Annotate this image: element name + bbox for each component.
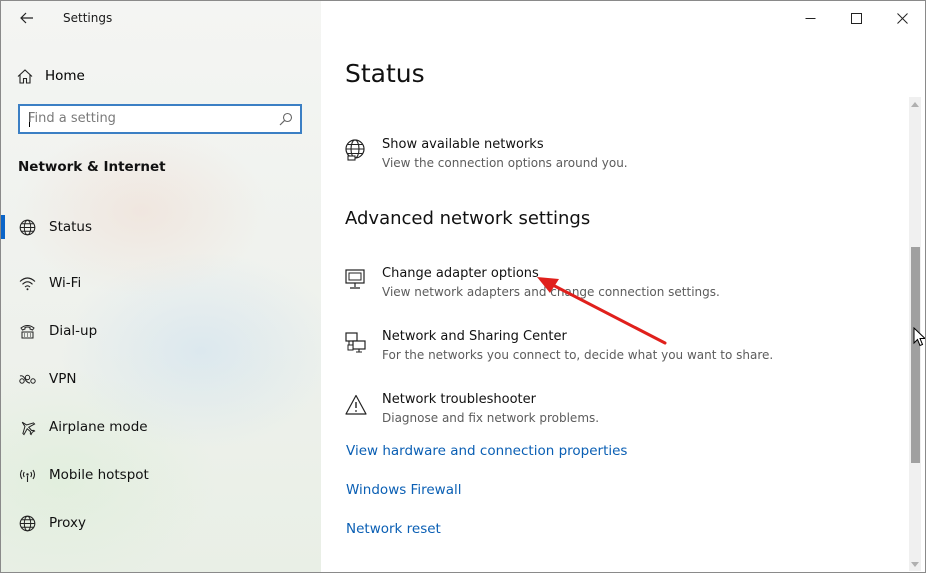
hotspot-icon [18, 466, 36, 484]
sidebar-item-dialup[interactable]: Dial-up [1, 307, 321, 355]
dialup-icon [18, 322, 36, 340]
mouse-cursor-icon [913, 327, 925, 347]
item-title: Show available networks [382, 137, 544, 152]
sidebar-nav: Status Wi-Fi Dial-up VPN Airplane mode M… [1, 211, 321, 547]
sidebar-item-wifi[interactable]: Wi-Fi [1, 259, 321, 307]
sidebar-item-label: Airplane mode [49, 419, 148, 435]
home-icon [17, 68, 33, 84]
network-troubleshooter-item[interactable]: Network troubleshooter Diagnose and fix … [343, 392, 863, 436]
show-available-networks-item[interactable]: Show available networks View the connect… [343, 137, 863, 181]
search-icon[interactable] [279, 112, 293, 126]
title-bar-left: Settings [1, 1, 321, 37]
app-title: Settings [63, 11, 113, 25]
sidebar-item-status[interactable]: Status [1, 211, 321, 243]
back-arrow-icon [20, 12, 33, 24]
globe-icon [18, 218, 36, 236]
adapter-icon [343, 266, 369, 292]
sidebar-item-label: Home [45, 68, 85, 84]
sidebar-item-label: Mobile hotspot [49, 467, 149, 483]
wifi-icon [18, 274, 36, 292]
scroll-down-button[interactable] [909, 557, 921, 571]
airplane-icon [18, 418, 36, 436]
item-description: Diagnose and fix network problems. [382, 411, 600, 425]
close-button[interactable] [879, 1, 925, 35]
sidebar-item-label: Wi-Fi [49, 275, 82, 291]
annotation-arrow [537, 277, 667, 345]
sharing-center-icon [343, 329, 369, 355]
item-title: Change adapter options [382, 266, 539, 281]
search-input[interactable] [28, 111, 273, 126]
item-description: View the connection options around you. [382, 156, 628, 170]
minimize-icon [805, 17, 815, 19]
sidebar-item-proxy[interactable]: Proxy [1, 499, 321, 547]
view-hardware-properties-link[interactable]: View hardware and connection properties [346, 443, 627, 459]
sidebar-item-mobile-hotspot[interactable]: Mobile hotspot [1, 451, 321, 499]
back-button[interactable] [15, 7, 39, 29]
settings-window: Settings Home Network & Internet Status [0, 0, 926, 573]
scroll-thumb[interactable] [911, 247, 920, 463]
maximize-button[interactable] [833, 1, 879, 35]
scroll-down-icon [911, 561, 919, 567]
sidebar-item-airplane-mode[interactable]: Airplane mode [1, 403, 321, 451]
windows-firewall-link[interactable]: Windows Firewall [346, 482, 461, 498]
advanced-settings-heading: Advanced network settings [345, 208, 591, 229]
sidebar-item-label: Status [49, 219, 93, 235]
sidebar-item-label: Proxy [49, 515, 86, 531]
window-controls [787, 1, 925, 35]
sidebar-item-label: VPN [49, 371, 77, 387]
section-title: Network & Internet [18, 159, 166, 175]
sidebar-item-label: Dial-up [49, 323, 98, 339]
scroll-up-button[interactable] [909, 97, 921, 111]
network-reset-link[interactable]: Network reset [346, 521, 441, 537]
page-title: Status [345, 59, 425, 88]
scroll-up-icon [911, 101, 919, 107]
maximize-icon [850, 12, 862, 24]
sidebar-item-vpn[interactable]: VPN [1, 355, 321, 403]
warning-icon [343, 392, 369, 418]
vpn-icon [18, 370, 36, 388]
item-title: Network troubleshooter [382, 392, 536, 407]
globe-network-icon [343, 137, 369, 163]
sidebar-item-home[interactable]: Home [17, 63, 307, 89]
globe-icon [18, 514, 36, 532]
search-box[interactable] [18, 104, 302, 134]
close-icon [896, 12, 908, 24]
sidebar: Settings Home Network & Internet Status [1, 1, 321, 572]
minimize-button[interactable] [787, 1, 833, 35]
